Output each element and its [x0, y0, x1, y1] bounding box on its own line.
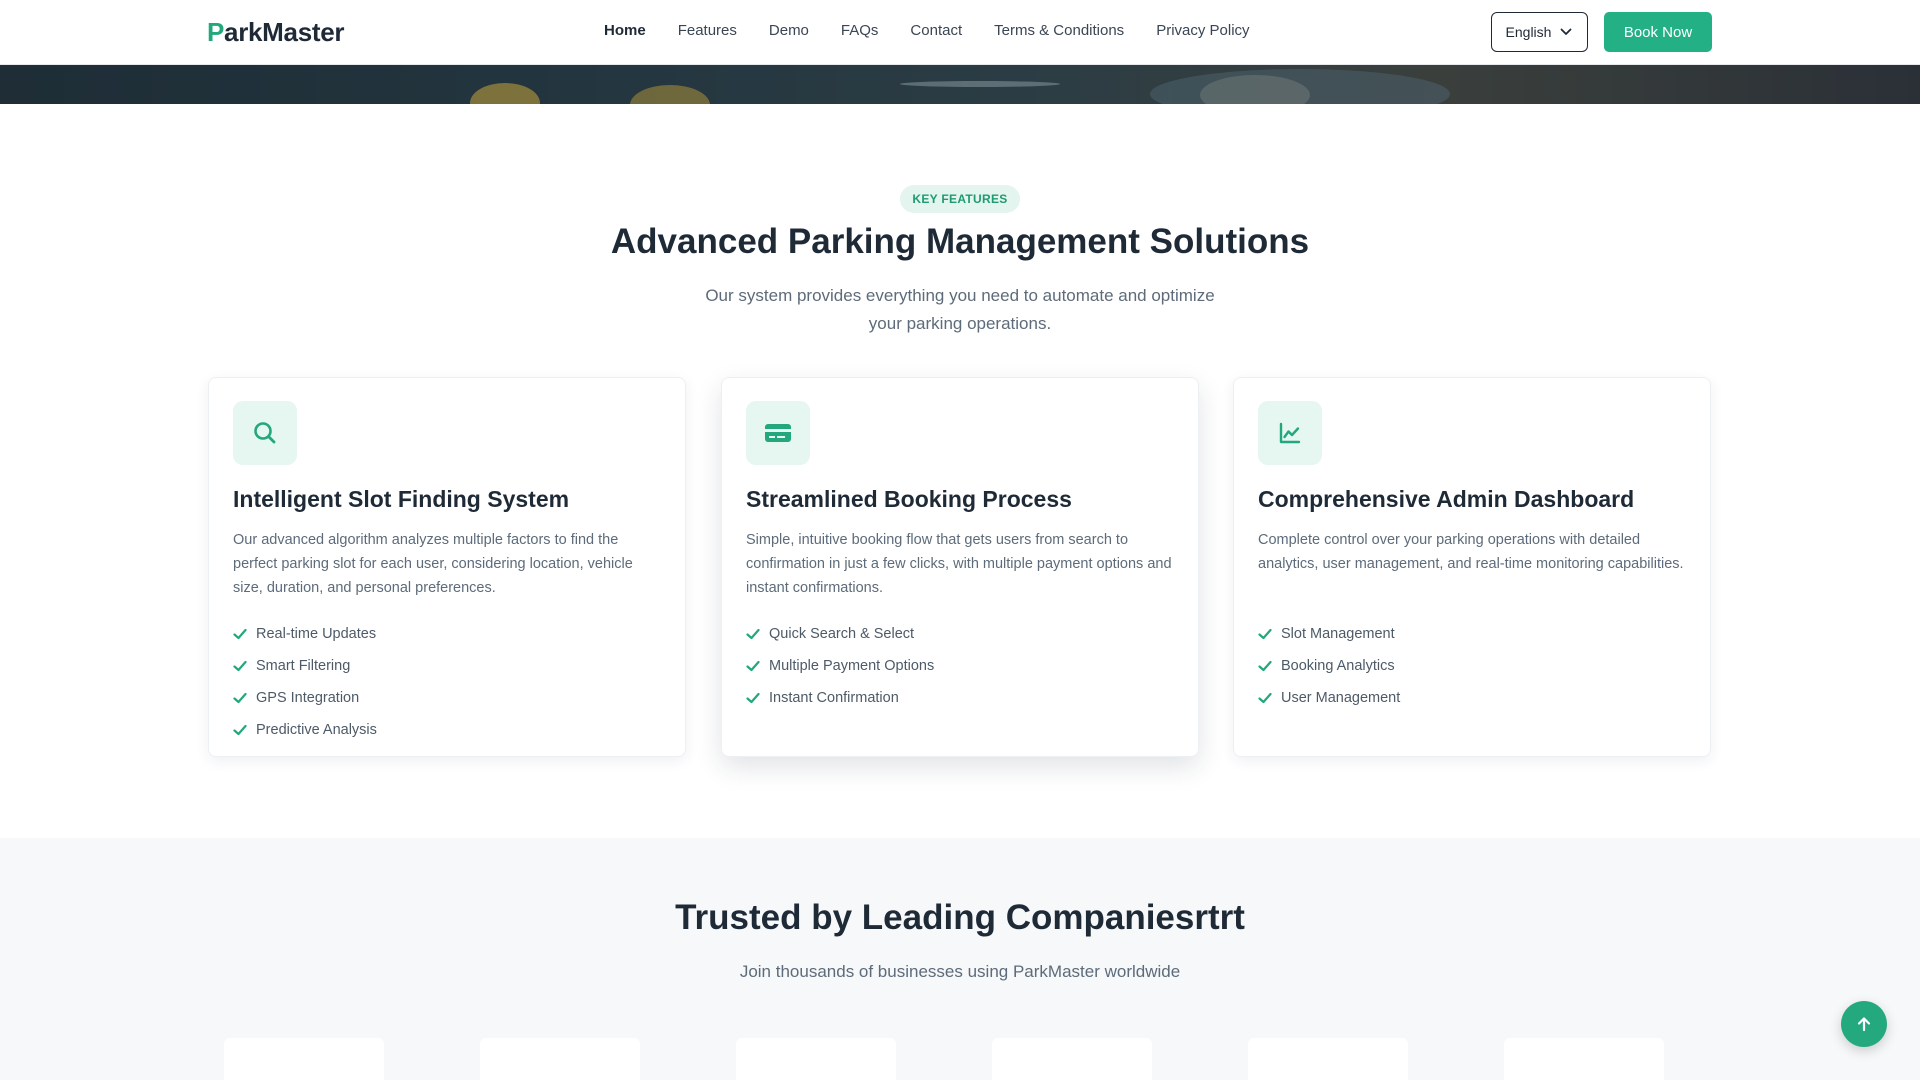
company-logo [992, 1038, 1152, 1088]
list-item: Multiple Payment Options [746, 650, 934, 682]
check-icon [746, 660, 760, 672]
company-logo [736, 1038, 896, 1088]
top-navbar: ParkMaster Home Features Demo FAQs Conta… [0, 0, 1920, 65]
list-item: Predictive Analysis [233, 714, 377, 746]
check-icon [233, 628, 247, 640]
nav-privacy[interactable]: Privacy Policy [1156, 22, 1249, 39]
nav-features[interactable]: Features [678, 22, 737, 39]
check-icon [1258, 692, 1272, 704]
company-logo [224, 1038, 384, 1088]
list-item: Real-time Updates [233, 618, 377, 650]
check-icon [746, 692, 760, 704]
list-item-label: Slot Management [1281, 626, 1395, 642]
chevron-down-icon [1561, 28, 1572, 35]
list-item-label: Instant Confirmation [769, 690, 899, 706]
check-icon [1258, 660, 1272, 672]
section-badge: KEY FEATURES [900, 185, 1020, 213]
language-select[interactable]: English [1491, 12, 1588, 52]
nav-home[interactable]: Home [604, 22, 646, 39]
list-item: Quick Search & Select [746, 618, 934, 650]
book-now-button[interactable]: Book Now [1604, 12, 1712, 52]
feature-card-description: Simple, intuitive booking flow that gets… [746, 532, 1172, 596]
trusted-title: Trusted by Leading Companiesrtrt [675, 898, 1245, 937]
list-item-label: Smart Filtering [256, 658, 351, 674]
nav-faqs[interactable]: FAQs [841, 22, 879, 39]
feature-card-title: Streamlined Booking Process [746, 486, 1072, 512]
feature-card-title: Comprehensive Admin Dashboard [1258, 486, 1635, 512]
check-icon [233, 660, 247, 672]
list-item-label: Real-time Updates [256, 626, 377, 642]
main-nav: Home Features Demo FAQs Contact Terms & … [604, 22, 1250, 39]
feature-card: Streamlined Booking Process Simple, intu… [721, 377, 1199, 757]
list-item: User Management [1258, 682, 1400, 714]
list-item: Instant Confirmation [746, 682, 934, 714]
company-logo [1504, 1038, 1664, 1088]
feature-card-description: Complete control over your parking opera… [1258, 532, 1684, 572]
check-icon [233, 724, 247, 736]
feature-card: Comprehensive Admin Dashboard Complete c… [1233, 377, 1711, 757]
nav-terms[interactable]: Terms & Conditions [994, 22, 1124, 39]
check-icon [233, 692, 247, 704]
logo-text: arkMaster [224, 17, 345, 47]
list-item-label: GPS Integration [256, 690, 360, 706]
check-icon [1258, 628, 1272, 640]
features-section: KEY FEATURES Advanced Parking Management… [0, 104, 1920, 838]
feature-list: Slot Management Booking Analytics User M… [1258, 618, 1400, 714]
list-item: Smart Filtering [233, 650, 377, 682]
section-subtitle: Our system provides everything you need … [705, 286, 1215, 333]
scroll-to-top-button[interactable] [1841, 1001, 1887, 1047]
feature-list: Real-time Updates Smart Filtering GPS In… [233, 618, 377, 746]
arrow-up-icon [1857, 1017, 1871, 1032]
check-icon [746, 628, 760, 640]
feature-card-description: Our advanced algorithm analyzes multiple… [233, 532, 633, 596]
feature-card-title: Intelligent Slot Finding System [233, 486, 570, 512]
list-item: Booking Analytics [1258, 650, 1400, 682]
search-icon [233, 401, 297, 465]
language-label: English [1505, 24, 1552, 40]
list-item-label: Booking Analytics [1281, 658, 1395, 674]
company-logo [480, 1038, 640, 1088]
list-item-label: Predictive Analysis [256, 722, 377, 738]
trusted-section: Trusted by Leading Companiesrtrt Join th… [0, 838, 1920, 1088]
company-logo [1248, 1038, 1408, 1088]
nav-contact[interactable]: Contact [910, 22, 962, 39]
list-item-label: User Management [1281, 690, 1401, 706]
chart-line-icon [1258, 401, 1322, 465]
list-item-label: Quick Search & Select [769, 626, 915, 642]
logo-letter: P [207, 17, 225, 47]
list-item: GPS Integration [233, 682, 377, 714]
list-item: Slot Management [1258, 618, 1400, 650]
list-item-label: Multiple Payment Options [769, 658, 935, 674]
brand-logo[interactable]: ParkMaster [207, 17, 345, 48]
hero-image [0, 65, 1920, 104]
nav-demo[interactable]: Demo [769, 22, 809, 39]
feature-card: Intelligent Slot Finding System Our adva… [208, 377, 686, 757]
trusted-subtitle: Join thousands of businesses using ParkM… [739, 962, 1181, 981]
feature-list: Quick Search & Select Multiple Payment O… [746, 618, 934, 714]
credit-card-icon [746, 401, 810, 465]
section-title: Advanced Parking Management Solutions [610, 222, 1310, 261]
